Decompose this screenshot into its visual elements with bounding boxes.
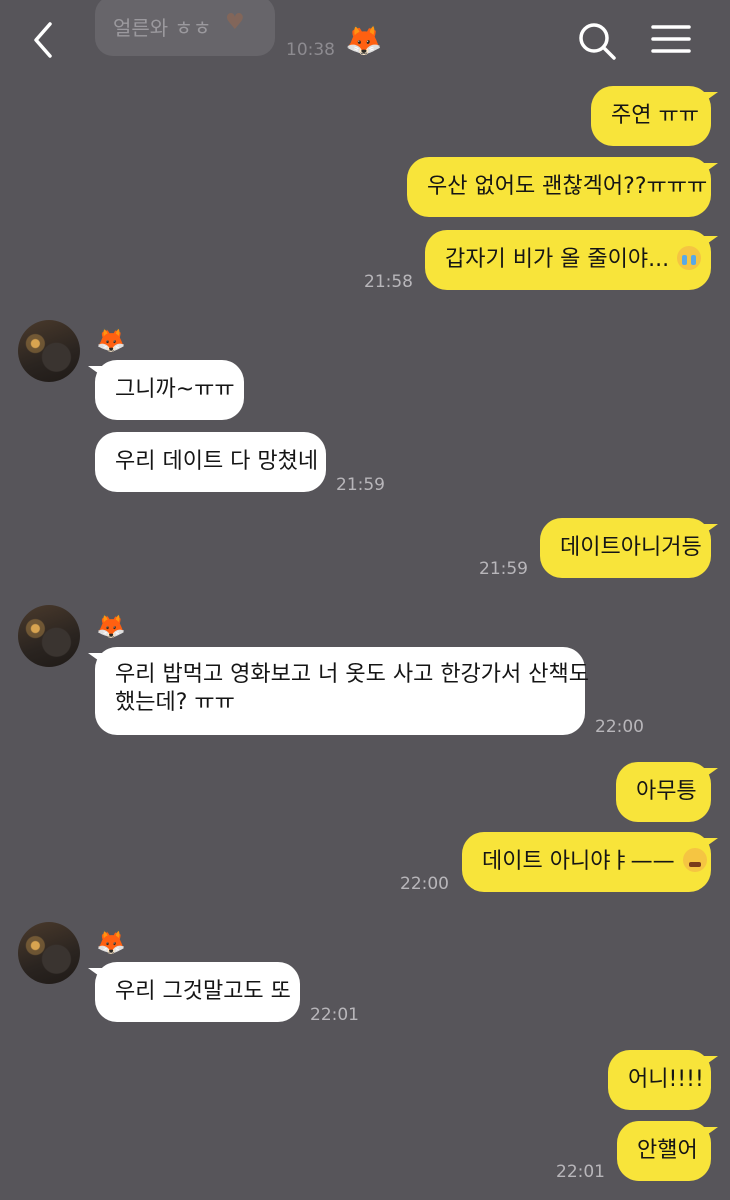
my-message-bubble[interactable]: 데이트아니거등 — [540, 518, 718, 578]
menu-button[interactable] — [651, 24, 691, 56]
message-text-line: 우리 밥먹고 영화보고 너 옷도 사고 한강가서 산책도 — [115, 662, 589, 687]
previous-message-text: 얼른와 ㅎㅎ — [113, 16, 212, 40]
message-text: 갑자기 비가 올 줄이야... — [445, 247, 670, 272]
chat-title-emoji: 🦊 — [345, 23, 383, 58]
my-message-bubble[interactable]: 주연 ㅠㅠ — [591, 86, 718, 146]
heart-icon: ♥ — [225, 10, 245, 35]
message-text: 안햴어 — [637, 1138, 698, 1163]
message-text-line: 했는데? ㅠㅠ — [115, 690, 235, 715]
back-button[interactable] — [28, 20, 58, 60]
message-text: 우산 없어도 괜찮겍어??ㅠㅠㅠ — [427, 174, 708, 199]
search-button[interactable] — [576, 20, 618, 62]
message-time: 22:01 — [310, 1005, 359, 1025]
message-time: 21:58 — [364, 272, 413, 292]
my-message-bubble[interactable]: 아무틍 — [616, 762, 718, 822]
message-time: 22:01 — [556, 1162, 605, 1182]
message-time: 21:59 — [336, 475, 385, 495]
message-time: 21:59 — [479, 559, 528, 579]
previous-message-time: 10:38 — [286, 40, 335, 60]
message-text: 데이트 아니야ㅑ—— — [482, 849, 675, 874]
message-text: 주연 ㅠㅠ — [611, 103, 699, 128]
message-text: 아무틍 — [636, 779, 697, 804]
message-text: 어니!!!! — [628, 1067, 704, 1092]
avatar[interactable] — [18, 320, 80, 382]
avatar[interactable] — [18, 922, 80, 984]
previous-message-bubble: 얼른와 ㅎㅎ ♥ — [95, 0, 275, 56]
chevron-left-icon — [34, 22, 52, 58]
their-message-bubble[interactable]: 우리 그것말고도 또 — [88, 962, 300, 1022]
message-time: 22:00 — [400, 874, 449, 894]
my-message-bubble[interactable]: 안햴어 — [617, 1121, 718, 1181]
my-message-bubble[interactable]: 어니!!!! — [608, 1050, 718, 1110]
message-text: 우리 그것말고도 또 — [115, 979, 291, 1004]
my-message-bubble[interactable]: 갑자기 비가 올 줄이야... — [425, 230, 718, 290]
message-text: 그니까~ㅠㅠ — [115, 377, 235, 402]
my-message-bubble[interactable]: 우산 없어도 괜찮겍어??ㅠㅠㅠ — [407, 157, 718, 217]
sender-name: 🦊 — [96, 612, 126, 640]
crying-face-icon — [677, 246, 702, 270]
angry-face-icon — [682, 848, 707, 872]
my-message-bubble[interactable]: 데이트 아니야ㅑ—— — [462, 832, 718, 892]
their-message-bubble[interactable]: 우리 밥먹고 영화보고 너 옷도 사고 한강가서 산책도 했는데? ㅠㅠ — [88, 647, 589, 735]
avatar[interactable] — [18, 605, 80, 667]
sender-name: 🦊 — [96, 928, 126, 956]
message-time: 22:00 — [595, 717, 644, 737]
their-message-bubble[interactable]: 그니까~ㅠㅠ — [88, 360, 244, 420]
hamburger-icon — [651, 25, 691, 53]
their-message-bubble[interactable]: 우리 데이트 다 망쳤네 — [95, 432, 326, 492]
search-icon — [579, 23, 616, 60]
sender-name: 🦊 — [96, 326, 126, 354]
message-text: 우리 데이트 다 망쳤네 — [115, 449, 319, 474]
message-text: 데이트아니거등 — [560, 535, 702, 560]
